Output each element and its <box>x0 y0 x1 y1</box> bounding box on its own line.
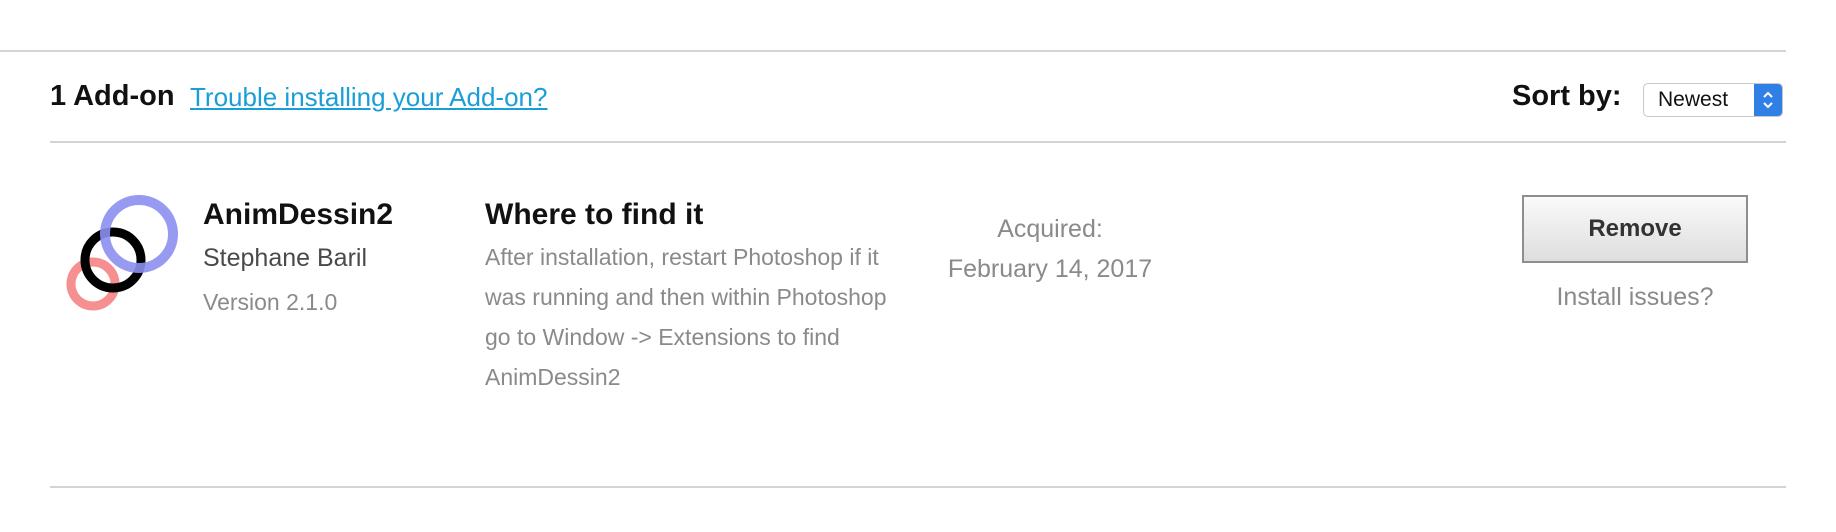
addons-page: 1 Add-on Trouble installing your Add-on?… <box>0 0 1836 532</box>
addon-count-label: 1 Add-on <box>50 80 175 112</box>
where-to-find-title: Where to find it <box>485 198 704 231</box>
where-to-find-line: AnimDessin2 <box>485 364 621 390</box>
install-issues-link[interactable]: Install issues? <box>1522 283 1748 312</box>
remove-button[interactable]: Remove <box>1522 195 1748 263</box>
where-to-find-text: After installation, restart Photoshop if… <box>485 237 925 397</box>
addon-author: Stephane Baril <box>203 244 368 272</box>
sort-by-label: Sort by: <box>1512 80 1622 112</box>
where-to-find-line: go to Window -> Extensions to find <box>485 324 840 350</box>
sort-select[interactable]: Newest <box>1643 83 1783 117</box>
trouble-installing-link[interactable]: Trouble installing your Add-on? <box>190 82 547 113</box>
top-divider <box>0 50 1786 52</box>
where-to-find-line: was running and then within Photoshop <box>485 284 887 310</box>
acquired-label: Acquired: <box>997 215 1103 243</box>
chevron-up-down-icon <box>1754 84 1782 116</box>
addon-name: AnimDessin2 <box>203 198 394 231</box>
sort-selected-value: Newest <box>1658 88 1729 111</box>
where-to-find-line: After installation, restart Photoshop if… <box>485 244 879 270</box>
overlapping-rings-icon <box>66 195 178 311</box>
addon-version: Version 2.1.0 <box>203 289 338 315</box>
bottom-divider <box>50 486 1786 488</box>
acquired-date: February 14, 2017 <box>947 255 1153 283</box>
header-divider <box>50 141 1786 143</box>
